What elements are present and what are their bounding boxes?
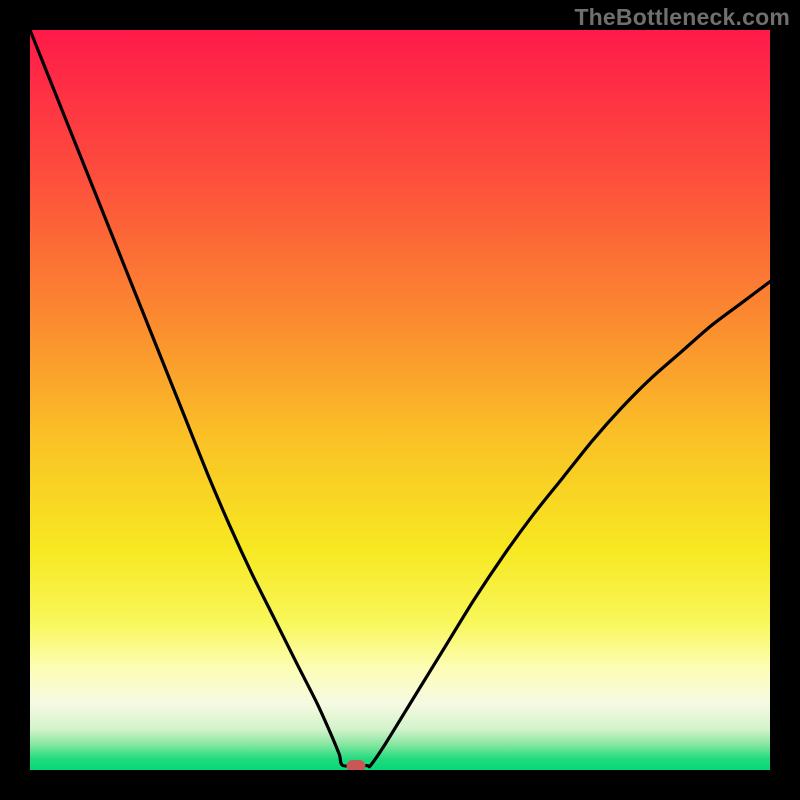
operating-point-marker	[346, 760, 365, 770]
chart-plot-area	[30, 30, 770, 770]
bottleneck-curve	[30, 30, 770, 770]
outer-frame: TheBottleneck.com	[0, 0, 800, 800]
watermark-text: TheBottleneck.com	[574, 4, 790, 31]
